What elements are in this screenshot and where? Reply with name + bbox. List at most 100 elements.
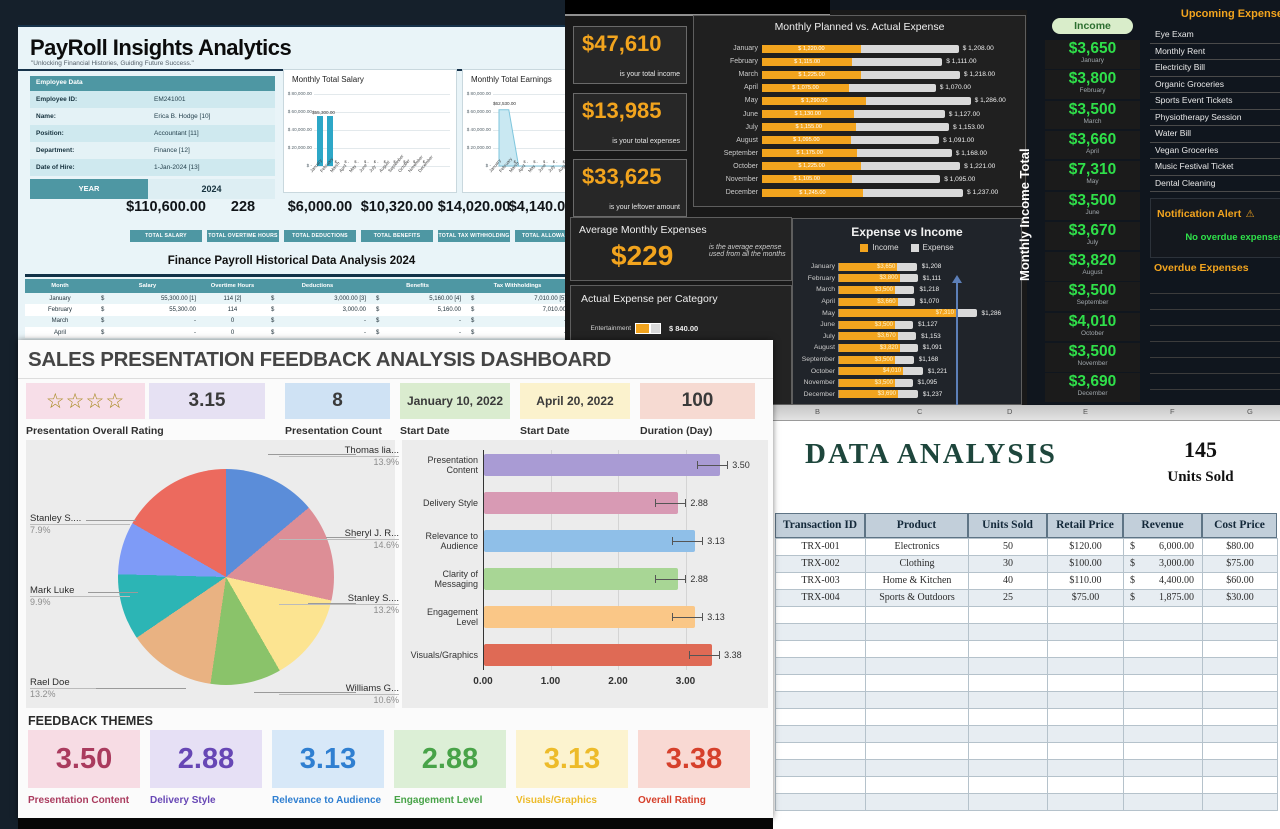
error-cap-right [685,499,686,507]
overdue-empty-row [1150,310,1280,326]
expense-bar [956,309,977,317]
month-label: October [700,163,762,170]
cell-month: April [25,330,95,336]
month-label: January [797,263,838,270]
expense-bar [900,274,918,282]
income-month: December [1045,390,1140,397]
table-empty-cell [1047,759,1124,777]
table-empty-cell [1047,793,1124,811]
chart-row: December$3,690$1,237 [797,389,1019,401]
currency-sign: $ [95,296,104,302]
field-label: Position: [30,130,154,137]
planned-bar: $ 1,225.00 [762,71,861,79]
table-empty-cell [1047,708,1124,726]
actual-bar [849,84,936,92]
upcoming-expenses-card: Upcoming Expenses Eye ExamMonthly RentEl… [1150,8,1280,198]
rating-bar [484,530,695,552]
income-amount: $3,500 [1045,282,1140,299]
card-label: Start Date [520,425,570,437]
actual-value-label: $ 1,286.00 [975,97,1006,104]
income-month: February [1045,87,1140,94]
stat-caption: is your total income [620,71,680,78]
error-bar [655,579,685,580]
cell-money: $5,160.00 [370,307,465,313]
table-empty-cell [775,725,866,743]
planned-value-label: $ 1,155.00 [796,124,822,130]
theme-value: 2.88 [178,743,234,776]
summary-card: 8 [285,383,390,419]
table-empty-cell [1123,674,1203,692]
month-label: April [700,84,762,91]
upcoming-item: Eye Exam [1150,27,1280,44]
theme-value: 3.13 [300,743,356,776]
stat-caption: is your total expenses [612,138,680,145]
table-empty-cell [1123,640,1203,658]
income-value-label: $3,500 [875,287,895,293]
income-bar: $3,650 [838,263,897,271]
column-letter: B [815,407,820,416]
field-value: Erica B. Hodge [10] [154,113,275,120]
income-value-label: $3,660 [877,299,897,305]
income-bar: $3,500 [838,379,895,387]
table-cell: TRX-001 [775,538,866,556]
income-cell: $3,690December [1045,373,1140,402]
planned-value-label: $ 1,075.00 [792,85,818,91]
bar-category-label: Relevance to Audience [406,531,478,551]
total-chip: TOTAL ALLOWANCES [515,230,565,242]
table-empty-cell [1047,674,1124,692]
table-empty-cell [865,708,969,726]
point-label: $62,530.00 [493,101,516,106]
expense-bar [895,356,914,364]
income-amount: $3,690 [1045,373,1140,390]
month-label: July [700,124,762,131]
table-empty-cell [865,725,969,743]
bottom-bar [18,818,773,829]
income-value-label: $3,500 [875,357,895,363]
employee-row: Position:Accountant [11] [30,125,275,142]
error-cap-right [702,537,703,545]
cell-money: $- [265,318,370,324]
theme-card: 3.13 [516,730,628,788]
income-bar: $3,690 [838,390,898,398]
x-gridline [618,450,619,670]
amount: - [474,318,565,324]
table-header-cell: Revenue [1123,513,1202,538]
screenshot-canvas: PayRoll Insights Analytics "Unlocking Fi… [0,0,1280,829]
income-amount: $3,660 [1045,131,1140,148]
table-empty-cell [775,742,866,760]
table-cell: $110.00 [1047,572,1124,590]
area-series [463,70,565,192]
table-empty-cell [968,776,1048,794]
x-tick-label: 2.00 [604,676,632,687]
currency-sign: $ [95,318,104,324]
upcoming-item: Water Bill [1150,126,1280,143]
field-label: Date of Hire: [30,164,154,171]
star-icons: ☆☆☆☆ [46,389,125,414]
table-cell: $30.00 [1202,589,1278,607]
amount: - [474,330,565,336]
stat-card: $33,625is your leftover amount [573,159,687,217]
data-analysis-sheet: BCDEFG DATA ANALYSIS 145 Units Sold Tran… [773,405,1280,829]
table-header-cell: Product [865,513,968,538]
actual-value-label: $ 1,208.00 [963,45,994,52]
chart-row: May$ 1,290.00$ 1,286.00 [700,94,1021,107]
legend-item: Income [860,243,898,252]
expense-value-label: $1,095 [918,379,938,386]
income-cell: $3,820August [1045,252,1140,281]
theme-card: 2.88 [150,730,262,788]
pie-callout: Thomas lia...13.9% [279,445,399,467]
bar-category-label: Engagement Level [406,607,478,627]
table-header-row: MonthSalaryOvertime HoursDeductionsBenef… [25,279,565,293]
leader-line [86,520,136,521]
planned-bar: $ 1,075.00 [762,84,849,92]
bar-value-label: 2.88 [690,498,708,508]
total-chip: TOTAL DEDUCTIONS [284,230,356,242]
expense-bar [897,263,916,271]
error-cap-right [685,575,686,583]
income-cell: $3,800February [1045,70,1140,99]
table-empty-cell [865,759,969,777]
year-button[interactable]: YEAR [30,179,148,199]
income-cell: $4,010October [1045,313,1140,342]
cell-money: $- [465,330,565,336]
chart-row: July$ 1,155.00$ 1,153.00 [700,121,1021,134]
